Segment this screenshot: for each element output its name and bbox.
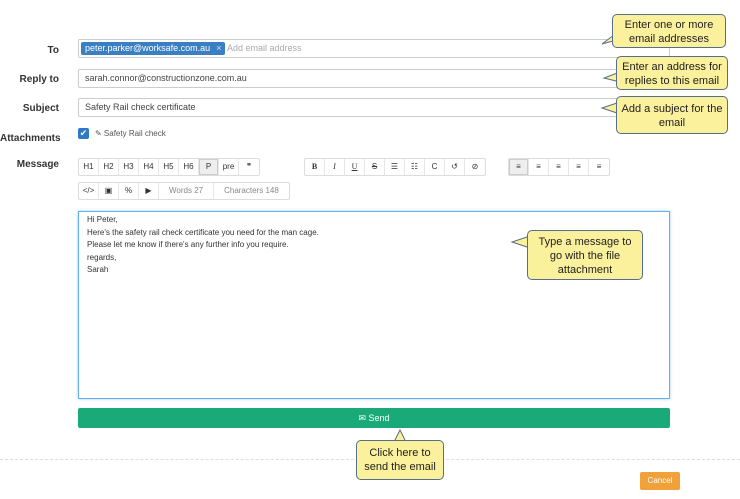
reply-to-callout: Enter an address for replies to this ema… xyxy=(616,56,728,90)
subject-callout: Add a subject for the email xyxy=(616,96,728,134)
send-callout: Click here to send the email xyxy=(356,440,444,480)
to-callout: Enter one or more email addresses xyxy=(612,14,726,48)
message-callout: Type a message to go with the file attac… xyxy=(527,230,643,280)
